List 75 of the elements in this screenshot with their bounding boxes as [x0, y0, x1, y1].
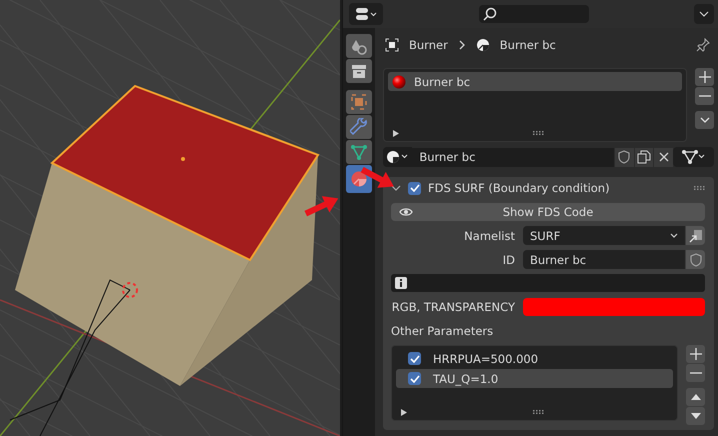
properties-tab[interactable]: [346, 90, 372, 114]
plus-icon: [698, 71, 710, 83]
eye-icon: [399, 207, 413, 217]
chevron-right-icon: [458, 40, 466, 50]
expand-triangle-icon: [392, 129, 400, 137]
object-square-icon: [350, 93, 368, 111]
id-field[interactable]: Burner bc: [523, 250, 685, 269]
specials-button[interactable]: [695, 111, 714, 129]
properties-tab[interactable]: [346, 115, 372, 139]
chevron-down-icon: [699, 11, 709, 17]
show-code-button[interactable]: Show FDS Code: [391, 203, 705, 221]
parameter-row[interactable]: HRRPUA=500.000: [396, 349, 673, 368]
drag-handle-icon: [533, 131, 545, 135]
search-field[interactable]: [479, 5, 589, 23]
material-browse-button[interactable]: [383, 147, 412, 167]
field-label: Namelist: [463, 228, 516, 242]
shield-icon: [690, 252, 702, 266]
unlink-button[interactable]: [654, 148, 673, 166]
color-swatch[interactable]: [523, 298, 705, 316]
parameter-text: TAU_Q=1.0: [433, 372, 498, 386]
shaded-sphere-icon: [392, 74, 406, 88]
add-button[interactable]: [695, 68, 714, 86]
object-icon: [385, 38, 399, 52]
field-label: ID: [502, 252, 516, 266]
slot-name: Burner bc: [414, 74, 470, 88]
archive-box-icon: [350, 62, 368, 80]
remove-button[interactable]: [695, 87, 714, 105]
material-sphere-icon: [386, 150, 410, 164]
info-field[interactable]: [391, 274, 705, 292]
info-icon: [395, 277, 407, 289]
checkbox[interactable]: [408, 352, 421, 365]
dropdown-button[interactable]: [694, 4, 714, 24]
drag-handle-icon: [694, 186, 706, 190]
sphere-icon: [350, 170, 368, 188]
properties-tab[interactable]: [346, 165, 372, 193]
material-sphere-icon: [476, 38, 490, 52]
panel-title: FDS SURF (Boundary condition): [428, 181, 610, 195]
pin-icon: [696, 38, 710, 52]
material-slot[interactable]: Burner bc: [388, 72, 682, 91]
copy-icon: [637, 150, 652, 164]
move-up-button[interactable]: [686, 388, 705, 406]
copy-to-button[interactable]: [686, 226, 705, 245]
parameter-row[interactable]: TAU_Q=1.0: [396, 369, 673, 388]
close-icon: [658, 152, 669, 162]
node-triangle-icon: [681, 149, 706, 165]
field-label: RGB, TRANSPARENCY: [391, 300, 516, 314]
checkbox[interactable]: [408, 372, 421, 385]
remove-button[interactable]: [686, 364, 705, 382]
properties-tab[interactable]: [346, 34, 372, 58]
toggle-icon: [355, 7, 377, 21]
duplicate-button[interactable]: [634, 148, 654, 166]
editor-type-button[interactable]: [349, 3, 383, 25]
parameter-text: HRRPUA=500.000: [433, 352, 538, 366]
export-icon: [688, 228, 702, 242]
checkbox[interactable]: [408, 182, 421, 194]
expand-triangle-icon: [400, 408, 408, 416]
add-button[interactable]: [686, 345, 705, 363]
chevron-down-icon: [670, 232, 678, 238]
search-icon: [483, 7, 497, 21]
section-label: Other Parameters: [391, 324, 494, 340]
fake-user-button[interactable]: [615, 148, 634, 166]
breadcrumb-item: Burner: [409, 38, 448, 52]
move-down-button[interactable]: [686, 407, 705, 425]
node-link-button[interactable]: [672, 147, 714, 167]
properties-tab[interactable]: [346, 59, 372, 83]
shield-icon: [618, 150, 630, 164]
lock-button[interactable]: [686, 250, 705, 269]
plus-icon: [690, 348, 702, 360]
breadcrumb-item: Burner bc: [500, 38, 556, 52]
material-name-field[interactable]: Burner bc: [412, 148, 614, 166]
namelist-dropdown[interactable]: SURF: [523, 226, 685, 245]
wrench-icon: [350, 118, 368, 136]
drag-handle-icon: [532, 410, 544, 414]
properties-tab[interactable]: [346, 140, 372, 164]
vertex-triangle-icon: [350, 143, 368, 161]
